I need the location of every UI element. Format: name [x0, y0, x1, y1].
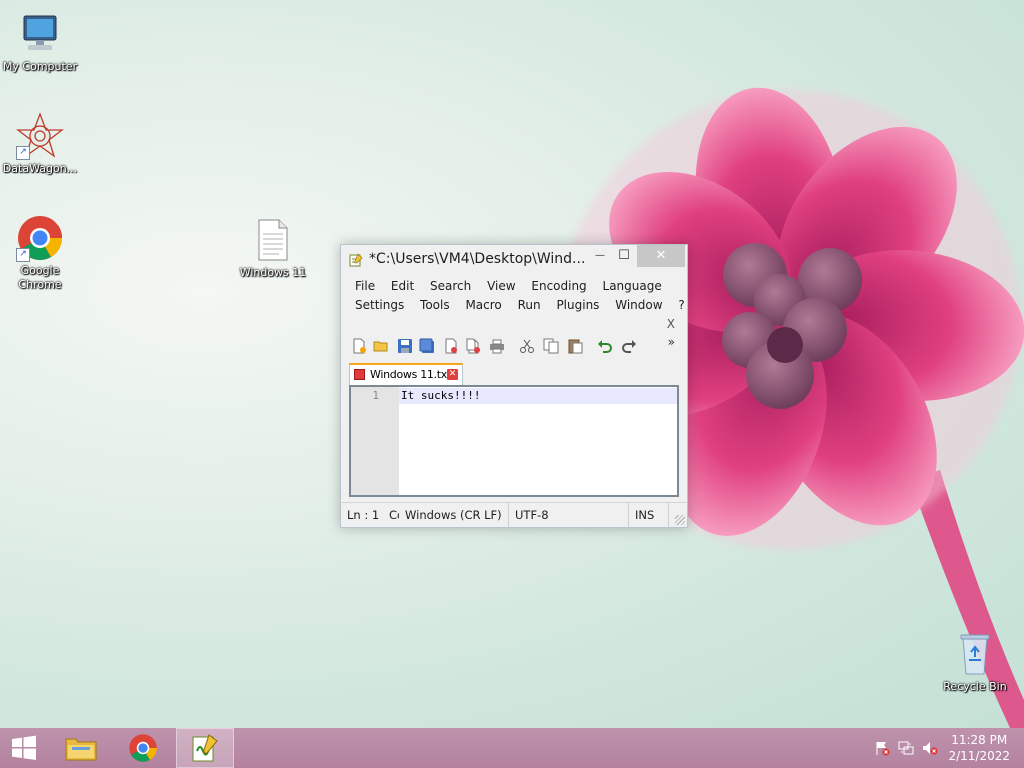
menu-bar: File Edit Search View Encoding Language …	[341, 275, 687, 315]
close-file-icon[interactable]	[443, 338, 459, 354]
clock-date: 2/11/2022	[948, 749, 1010, 763]
computer-icon	[16, 10, 64, 58]
notepadpp-window[interactable]: *C:\Users\VM4\Desktop\Wind... — ☐ ✕ File…	[340, 244, 688, 528]
open-file-icon[interactable]	[373, 338, 389, 354]
resize-grip[interactable]	[675, 515, 685, 525]
taskbar-notepadpp[interactable]	[176, 728, 234, 768]
desktop-icon-label: DataWagon...	[2, 162, 78, 175]
status-eol: Windows (CR LF)	[399, 503, 509, 527]
menu-search[interactable]: Search	[430, 279, 471, 293]
taskbar: 11:28 PM 2/11/2022	[0, 728, 1024, 768]
menu-close-x[interactable]: X	[667, 317, 675, 331]
close-button[interactable]: ✕	[637, 245, 685, 267]
network-icon[interactable]	[898, 740, 914, 756]
taskbar-file-explorer[interactable]	[52, 728, 110, 768]
desktop-icon-google-chrome[interactable]: ↗ Google Chrome	[0, 214, 80, 292]
menu-encoding[interactable]: Encoding	[531, 279, 586, 293]
toolbar: »	[349, 335, 679, 357]
toolbar-overflow-chevron[interactable]: »	[668, 335, 675, 349]
redo-icon[interactable]	[621, 338, 637, 354]
line-number-gutter: 1	[351, 387, 399, 495]
menu-language[interactable]: Language	[603, 279, 662, 293]
print-icon[interactable]	[489, 338, 505, 354]
desktop: My Computer ↗ DataWagon... ↗ Google Chro…	[0, 0, 1024, 728]
desktop-icon-label: My Computer	[2, 60, 78, 73]
menu-edit[interactable]: Edit	[391, 279, 414, 293]
menu-tools[interactable]: Tools	[420, 298, 450, 312]
copy-icon[interactable]	[543, 338, 559, 354]
menu-macro[interactable]: Macro	[465, 298, 501, 312]
menu-window[interactable]: Window	[615, 298, 662, 312]
shortcut-arrow-icon: ↗	[16, 248, 30, 262]
start-button[interactable]	[0, 728, 48, 768]
window-title: *C:\Users\VM4\Desktop\Wind...	[369, 251, 586, 267]
windows-logo-icon	[12, 735, 36, 760]
status-bar: Ln : 1 Co Windows (CR LF) UTF-8 INS	[341, 502, 687, 527]
line-number: 1	[372, 389, 379, 402]
desktop-icon-my-computer[interactable]: My Computer	[0, 10, 80, 74]
notepadpp-app-icon	[349, 253, 363, 267]
text-file-icon	[249, 216, 297, 264]
system-clock[interactable]: 11:28 PM 2/11/2022	[948, 732, 1010, 764]
menu-file[interactable]: File	[355, 279, 375, 293]
desktop-icon-windows-11[interactable]: Windows 11	[233, 216, 313, 280]
save-icon[interactable]	[397, 338, 413, 354]
desktop-icon-recycle-bin[interactable]: Recycle Bin	[935, 630, 1015, 694]
chrome-icon	[129, 734, 157, 762]
status-encoding: UTF-8	[509, 503, 629, 527]
taskbar-chrome[interactable]	[114, 728, 172, 768]
maximize-button[interactable]: ☐	[609, 245, 639, 267]
unsaved-file-icon	[354, 369, 365, 380]
title-bar[interactable]: *C:\Users\VM4\Desktop\Wind... — ☐ ✕	[341, 245, 687, 275]
desktop-icon-label: Google Chrome	[18, 264, 62, 291]
shortcut-arrow-icon: ↗	[16, 146, 30, 160]
desktop-icon-datawagon[interactable]: ↗ DataWagon...	[0, 112, 80, 176]
notepadpp-app-icon	[192, 734, 218, 762]
datawagon-icon: ↗	[16, 112, 64, 160]
tab-windows-11-txt[interactable]: Windows 11.txt ✕	[349, 363, 463, 385]
close-all-icon[interactable]	[465, 338, 481, 354]
folder-icon	[65, 738, 97, 761]
chrome-icon: ↗	[16, 214, 64, 262]
menu-plugins[interactable]: Plugins	[556, 298, 599, 312]
menu-run[interactable]: Run	[518, 298, 541, 312]
menu-settings[interactable]: Settings	[355, 298, 404, 312]
text-editor[interactable]: 1 It sucks!!!!	[349, 385, 679, 497]
undo-icon[interactable]	[597, 338, 613, 354]
desktop-icon-label: Recycle Bin	[943, 680, 1007, 693]
clock-time: 11:28 PM	[951, 733, 1008, 747]
paste-icon[interactable]	[567, 338, 583, 354]
action-center-flag-icon[interactable]	[874, 740, 890, 756]
status-insert-mode: INS	[629, 503, 669, 527]
save-all-icon[interactable]	[419, 338, 435, 354]
cut-icon[interactable]	[519, 338, 535, 354]
menu-view[interactable]: View	[487, 279, 515, 293]
tab-close-icon[interactable]: ✕	[447, 369, 458, 380]
desktop-icon-label: Windows 11	[239, 266, 307, 279]
editor-line[interactable]: It sucks!!!!	[401, 388, 480, 404]
menu-help[interactable]: ?	[678, 298, 684, 312]
new-file-icon[interactable]	[351, 338, 367, 354]
volume-muted-icon[interactable]	[922, 740, 938, 756]
tab-label: Windows 11.txt	[370, 368, 452, 381]
tab-strip: Windows 11.txt ✕	[349, 363, 679, 385]
recycle-bin-icon	[951, 630, 999, 678]
